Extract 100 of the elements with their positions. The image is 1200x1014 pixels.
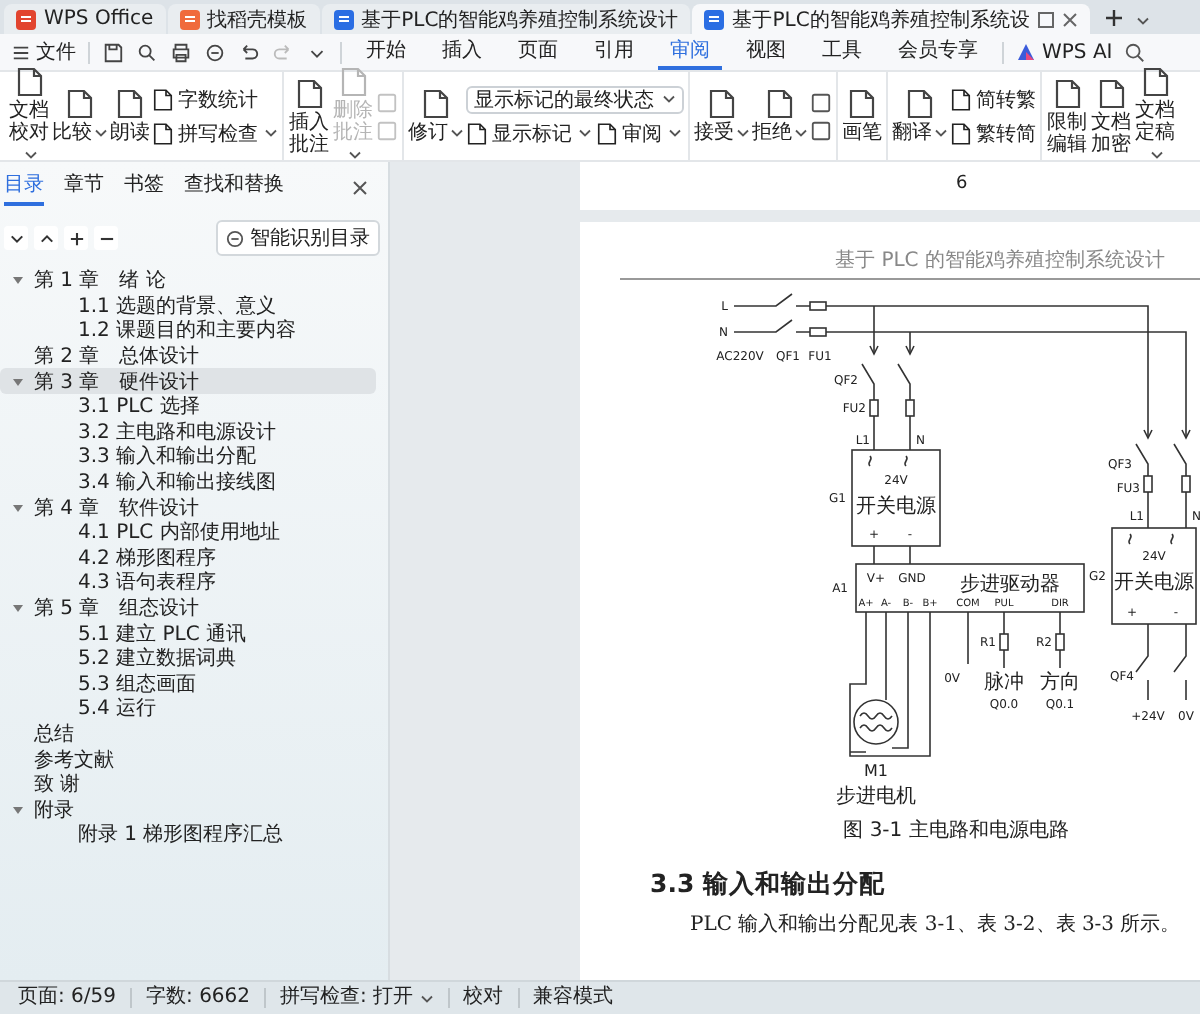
- ribbon-button[interactable]: 接受: [694, 88, 750, 144]
- ribbon-tab[interactable]: 插入: [430, 34, 494, 70]
- document-icon: [1097, 77, 1125, 109]
- expand-arrow-icon[interactable]: [12, 501, 24, 514]
- ribbon-button[interactable]: 拼写检查: [152, 119, 278, 147]
- toc-item[interactable]: 附录: [0, 796, 376, 823]
- expand-arrow-icon[interactable]: [12, 375, 24, 388]
- minus-button[interactable]: [94, 226, 118, 250]
- wps-ai-button[interactable]: WPS AI: [1016, 41, 1113, 63]
- toc-item[interactable]: 参考文献: [0, 746, 376, 772]
- ribbon-button[interactable]: 翻译: [892, 88, 948, 144]
- ribbon-tab[interactable]: 页面: [506, 34, 570, 70]
- ribbon-button[interactable]: 字数统计: [152, 85, 258, 113]
- ribbon-button[interactable]: 画笔: [842, 88, 882, 144]
- status-text: 校对: [449, 988, 520, 1008]
- paragraph: PLC 输入和输出分配见表 3-1、表 3-2、表 3-3 所示。: [690, 911, 1183, 938]
- ribbon-button[interactable]: 文档定稿: [1134, 66, 1176, 166]
- toc-item[interactable]: 第 1 章 绪 论: [0, 268, 376, 294]
- pane-tab[interactable]: 目录: [4, 170, 44, 206]
- toc-item[interactable]: 5.3 组态画面: [0, 671, 376, 697]
- toc-item[interactable]: 第 3 章 硬件设计: [0, 368, 376, 394]
- ribbon-button[interactable]: 繁转简: [950, 119, 1036, 147]
- document-tab[interactable]: 找稻壳模板: [167, 4, 320, 34]
- smart-toc-button[interactable]: 智能识别目录: [216, 220, 380, 256]
- page-header: 基于 PLC 的智能鸡养殖控制系统设计: [620, 246, 1200, 280]
- toc-item[interactable]: 3.1 PLC 选择: [0, 393, 376, 420]
- ribbon-button[interactable]: 限制编辑: [1046, 77, 1088, 155]
- ribbon-button[interactable]: 显示标记: [466, 119, 592, 147]
- toc-item[interactable]: 1.2 课题目的和主要内容: [0, 318, 376, 344]
- tab-title: 基于PLC的智能鸡养殖控制系统设: [732, 7, 1030, 33]
- toc-item-label: 第 1 章 绪 论: [34, 267, 166, 295]
- toc-item[interactable]: 5.4 运行: [0, 696, 376, 722]
- toc-item[interactable]: 总结: [0, 721, 376, 747]
- toc-item[interactable]: 第 2 章 总体设计: [0, 343, 376, 369]
- print-icon[interactable]: [170, 41, 192, 63]
- ribbon-tab[interactable]: 工具: [810, 34, 874, 70]
- toc-item[interactable]: 4.3 语句表程序: [0, 570, 376, 596]
- document-icon: [152, 121, 174, 145]
- toc-item[interactable]: 第 5 章 组态设计: [0, 595, 376, 621]
- expand-arrow-icon[interactable]: [12, 274, 24, 287]
- chevron-down-button[interactable]: [4, 226, 28, 250]
- toc-item[interactable]: 5.1 建立 PLC 通讯: [0, 620, 376, 646]
- ribbon-tab[interactable]: 会员专享: [886, 34, 990, 70]
- expand-arrow-icon[interactable]: [12, 602, 24, 615]
- ribbon-icon-button[interactable]: [810, 119, 832, 141]
- window-restore-icon[interactable]: [1037, 11, 1054, 27]
- ribbon-icon-button[interactable]: [810, 91, 832, 113]
- caret-icon: [419, 993, 434, 1003]
- markup-dropdown[interactable]: 显示标记的最终状态: [466, 85, 684, 113]
- status-text: 兼容模式: [531, 988, 616, 1008]
- toc-item[interactable]: 附录 1 梯形图程序汇总: [0, 822, 376, 848]
- chevron-down-icon: [9, 231, 23, 245]
- save-icon[interactable]: [102, 41, 124, 63]
- toc-item-label: 第 3 章 硬件设计: [34, 369, 200, 395]
- diagram-label: 开关电源: [1114, 572, 1194, 594]
- toc-item[interactable]: 3.2 主电路和电源设计: [0, 419, 376, 445]
- caret-icon: [668, 128, 682, 138]
- ribbon-tab[interactable]: 引用: [582, 34, 646, 70]
- search-icon[interactable]: [1124, 41, 1147, 63]
- undo-icon[interactable]: [238, 41, 260, 63]
- toc-item[interactable]: 5.2 建立数据词典: [0, 645, 376, 671]
- ribbon-button[interactable]: 比较: [52, 88, 108, 144]
- ribbon-button[interactable]: 审阅: [596, 119, 682, 147]
- plus-button[interactable]: [64, 226, 88, 250]
- toc-item[interactable]: 3.3 输入和输出分配: [0, 444, 376, 470]
- expand-arrow-icon[interactable]: [12, 803, 24, 816]
- ribbon-button[interactable]: 朗读: [110, 88, 150, 144]
- chevron-up-button[interactable]: [34, 226, 58, 250]
- toc-item-label: 第 4 章 软件设计: [34, 495, 200, 521]
- diagram-label: 开关电源: [856, 496, 936, 518]
- ribbon-button[interactable]: 修订: [408, 88, 464, 144]
- pane-tab[interactable]: 章节: [64, 170, 104, 206]
- ribbon-button[interactable]: 文档加密: [1090, 77, 1132, 155]
- add-tab-icon[interactable]: [1103, 8, 1124, 28]
- close-icon[interactable]: [352, 180, 368, 196]
- close-icon[interactable]: [1061, 11, 1078, 27]
- ribbon-tab[interactable]: 视图: [734, 34, 798, 70]
- ribbon-button[interactable]: 拒绝: [752, 88, 808, 144]
- toc-item-label: 3.3 输入和输出分配: [78, 443, 257, 471]
- ribbon-button[interactable]: 插入批注: [288, 77, 330, 155]
- toc-item[interactable]: 4.2 梯形图程序: [0, 545, 376, 571]
- ribbon-button[interactable]: 文档校对: [8, 66, 50, 166]
- ribbon-tab[interactable]: 开始: [354, 34, 418, 70]
- ribbon-button[interactable]: 简转繁: [950, 85, 1036, 113]
- toc-item[interactable]: 3.4 输入和输出接线图: [0, 469, 376, 495]
- status-text: 页面: 6/59: [4, 988, 133, 1008]
- diagram-label: 脉冲: [984, 672, 1024, 694]
- toc-item[interactable]: 1.1 选题的背景、意义: [0, 293, 376, 319]
- document-tab[interactable]: WPS Office: [4, 4, 166, 34]
- spell-check-dropdown[interactable]: 拼写检查: 打开: [266, 988, 450, 1008]
- pane-tab[interactable]: 书签: [124, 170, 164, 206]
- section-heading: 3.3 输入和输出分配: [650, 868, 887, 902]
- pane-tab[interactable]: 查找和替换: [184, 170, 284, 206]
- document-tab[interactable]: 基于PLC的智能鸡养殖控制系统设计: [321, 4, 691, 34]
- toc-item[interactable]: 第 4 章 软件设计: [0, 494, 376, 520]
- file-menu[interactable]: 文件: [12, 38, 76, 66]
- toc-item[interactable]: 4.1 PLC 内部使用地址: [0, 519, 376, 546]
- document-tab[interactable]: 基于PLC的智能鸡养殖控制系统设: [692, 4, 1090, 34]
- toc-item[interactable]: 致 谢: [0, 771, 376, 797]
- tab-list-caret-icon: [1135, 16, 1150, 26]
